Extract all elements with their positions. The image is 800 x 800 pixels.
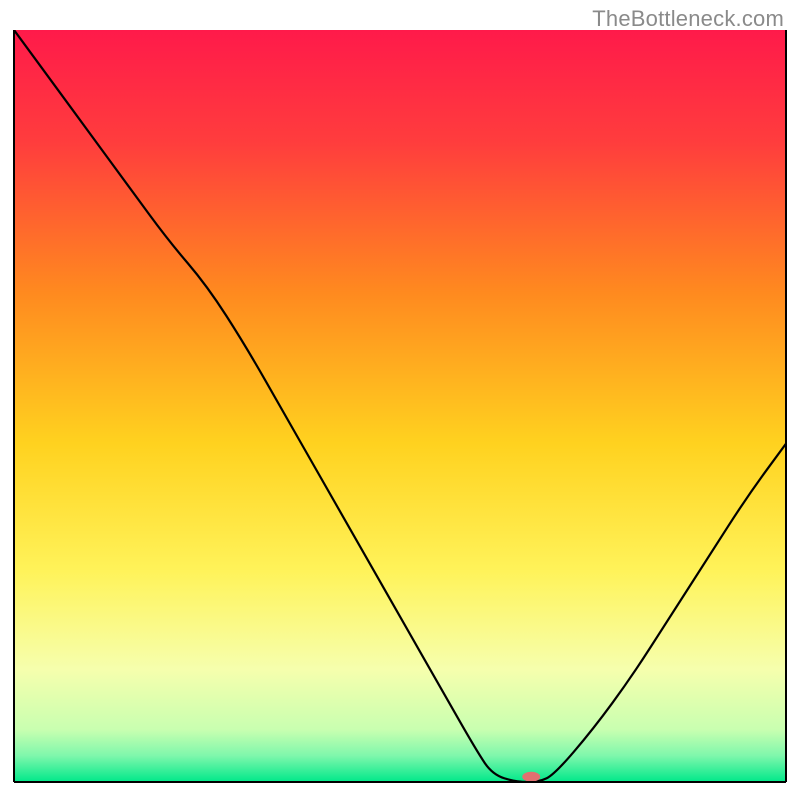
optimal-point-marker xyxy=(522,772,540,782)
chart-container: TheBottleneck.com xyxy=(0,0,800,800)
watermark-text: TheBottleneck.com xyxy=(592,6,784,32)
gradient-background xyxy=(14,30,786,782)
bottleneck-chart xyxy=(0,0,800,800)
